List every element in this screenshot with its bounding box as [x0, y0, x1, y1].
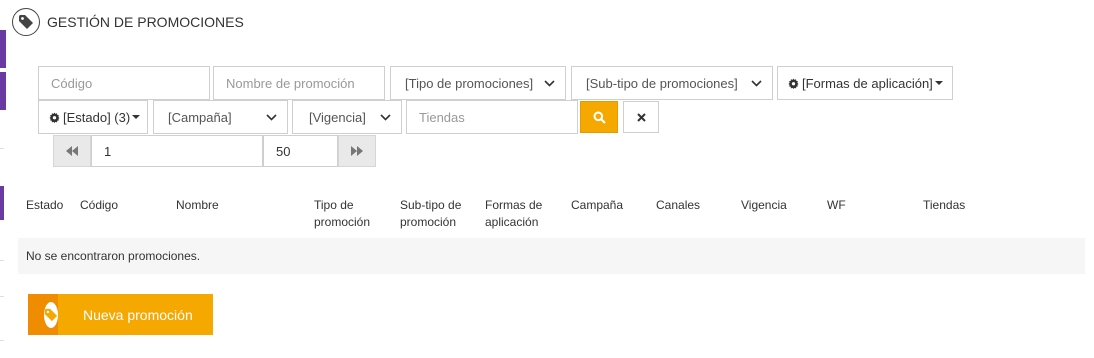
- column-header-label: Nombre: [176, 198, 219, 212]
- sidebar-accent: [0, 72, 6, 110]
- nombre-input[interactable]: Nombre de promoción: [213, 66, 385, 100]
- column-header-label: Campaña: [571, 198, 624, 212]
- tiendas-input[interactable]: Tiendas: [406, 100, 578, 134]
- estado-dropdown-label: [Estado] (3): [63, 109, 131, 125]
- column-header[interactable]: Campaña: [571, 197, 623, 214]
- column-header-label: promoción: [400, 215, 457, 229]
- next-page-button[interactable]: [338, 135, 376, 167]
- search-button[interactable]: [580, 101, 618, 133]
- tag-icon-wrapper: [28, 294, 58, 335]
- clear-button[interactable]: [623, 101, 659, 133]
- page-number-input[interactable]: 1: [91, 135, 263, 167]
- column-header[interactable]: Tiendas: [923, 197, 965, 214]
- gear-icon: [49, 111, 60, 123]
- codigo-input[interactable]: Código: [38, 66, 210, 100]
- caret-down-icon: [934, 81, 943, 85]
- new-promotion-label: Nueva promoción: [83, 306, 193, 323]
- column-header-label: Tipo de: [314, 198, 354, 212]
- estado-dropdown[interactable]: [Estado] (3): [38, 100, 148, 134]
- vigencia-select-value: [Vigencia]: [309, 109, 366, 125]
- column-header[interactable]: Nombre: [176, 197, 219, 214]
- double-chevron-left-icon: [66, 146, 78, 156]
- subtipo-select-value: [Sub-tipo de promociones]: [586, 75, 738, 91]
- search-icon: [593, 111, 606, 124]
- column-header[interactable]: Vigencia: [741, 197, 787, 214]
- column-header-label: promoción: [314, 215, 371, 229]
- page-size-input[interactable]: 50: [263, 135, 338, 167]
- subtipo-select[interactable]: [Sub-tipo de promociones]: [571, 66, 773, 100]
- formas-dropdown[interactable]: [Formas de aplicación]: [777, 66, 953, 100]
- caret-down-icon: [132, 115, 141, 119]
- tag-icon: [12, 8, 40, 36]
- column-header-label: Estado: [26, 198, 64, 212]
- column-header[interactable]: Estado: [26, 197, 63, 214]
- chevron-down-icon: [266, 113, 277, 121]
- column-header-label: Vigencia: [741, 198, 787, 212]
- tipo-select[interactable]: [Tipo de promociones]: [390, 66, 566, 100]
- chevron-down-icon: [751, 79, 762, 87]
- column-header[interactable]: Sub-tipo de promoción: [400, 197, 461, 231]
- column-header[interactable]: Código: [80, 197, 118, 214]
- empty-message: No se encontraron promociones.: [18, 238, 1085, 274]
- campana-select[interactable]: [Campaña]: [153, 100, 288, 134]
- tipo-select-value: [Tipo de promociones]: [405, 75, 534, 91]
- column-header-label: WF: [827, 198, 846, 212]
- column-header[interactable]: WF: [827, 197, 846, 214]
- double-chevron-right-icon: [351, 146, 363, 156]
- column-header-label: Canales: [656, 198, 701, 212]
- chevron-down-icon: [544, 79, 555, 87]
- tag-icon: [44, 301, 58, 328]
- page-title: GESTIÓN DE PROMOCIONES: [47, 14, 244, 30]
- close-icon: [636, 112, 646, 122]
- column-header[interactable]: Formas de aplicación: [485, 197, 542, 231]
- page-header: GESTIÓN DE PROMOCIONES: [12, 8, 244, 36]
- column-header-label: aplicación: [485, 215, 539, 229]
- gear-icon: [788, 77, 799, 89]
- prev-page-button[interactable]: [53, 135, 91, 167]
- column-header[interactable]: Canales: [656, 197, 700, 214]
- column-header-label: Sub-tipo de: [400, 198, 462, 212]
- sidebar-divider: [0, 340, 4, 341]
- new-promotion-button[interactable]: Nueva promoción: [28, 294, 213, 335]
- sidebar-divider: [0, 148, 4, 149]
- sidebar-accent: [0, 186, 4, 220]
- column-header-label: Tiendas: [923, 198, 966, 212]
- column-header-label: Código: [80, 198, 119, 212]
- column-header[interactable]: Tipo de promoción: [314, 197, 370, 231]
- sidebar-accent: [0, 30, 6, 68]
- formas-dropdown-label: [Formas de aplicación]: [802, 75, 933, 91]
- sidebar-divider: [0, 296, 4, 297]
- campana-select-value: [Campaña]: [168, 109, 232, 125]
- chevron-down-icon: [380, 113, 391, 121]
- vigencia-select[interactable]: [Vigencia]: [292, 100, 402, 134]
- column-header-label: Formas de: [485, 198, 543, 212]
- sidebar-divider: [0, 260, 4, 261]
